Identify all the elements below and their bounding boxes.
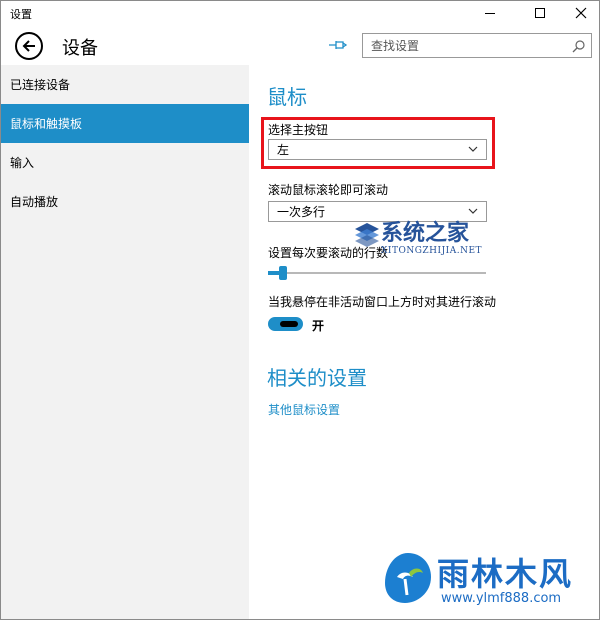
minimize-button[interactable] — [468, 1, 512, 25]
maximize-icon — [535, 8, 545, 18]
watermark-site-url: www.ylmf888.com — [441, 591, 562, 606]
search-box[interactable] — [362, 33, 592, 58]
xitongzhijia-logo-icon — [355, 223, 379, 247]
search-input[interactable] — [363, 34, 563, 57]
related-settings-title: 相关的设置 — [267, 366, 367, 390]
window-title: 设置 — [10, 8, 32, 21]
inactive-scroll-toggle[interactable] — [268, 317, 303, 331]
search-icon[interactable] — [572, 39, 586, 53]
sidebar-item-mouse-touchpad[interactable]: 鼠标和触摸板 — [1, 104, 249, 143]
pin-icon[interactable] — [328, 37, 348, 53]
close-button[interactable] — [559, 1, 599, 25]
watermark-xitongzhijia: 系统之家 XITONGZHIJIA.NET — [351, 213, 531, 263]
toggle-state-label: 开 — [312, 319, 325, 333]
sidebar-item-label: 已连接设备 — [10, 78, 71, 92]
other-mouse-settings-link[interactable]: 其他鼠标设置 — [268, 401, 340, 418]
mouse-section-title: 鼠标 — [267, 85, 307, 109]
sidebar-item-label: 自动播放 — [10, 195, 59, 209]
scroll-value: 一次多行 — [277, 205, 326, 219]
settings-window: 设置 设备 已连接设备 鼠标和触摸板 输入 — [0, 0, 600, 620]
close-icon — [575, 7, 587, 19]
primary-button-label: 选择主按钮 — [268, 123, 329, 137]
title-bar: 设置 — [1, 1, 599, 25]
chevron-down-icon — [468, 146, 478, 152]
watermark-ylmf: 雨林木风 www.ylmf888.com — [379, 547, 599, 617]
page-title: 设备 — [62, 38, 98, 59]
maximize-button[interactable] — [518, 1, 562, 25]
main-content: 鼠标 选择主按钮 左 滚动鼠标滚轮即可滚动 一次多行 设置每次要滚动的行数 当我… — [249, 65, 599, 619]
sidebar-item-typing[interactable]: 输入 — [1, 143, 249, 182]
sidebar-item-autoplay[interactable]: 自动播放 — [1, 182, 249, 221]
primary-button-dropdown[interactable]: 左 — [268, 139, 487, 160]
back-button[interactable] — [15, 32, 43, 60]
watermark-site-name: 系统之家 — [381, 220, 470, 246]
sidebar-item-connected-devices[interactable]: 已连接设备 — [1, 65, 249, 104]
lines-slider-track[interactable] — [268, 272, 486, 274]
inactive-scroll-label: 当我悬停在非活动窗口上方时对其进行滚动 — [268, 295, 497, 309]
ylmf-logo-icon — [385, 553, 431, 603]
lines-slider-thumb[interactable] — [279, 266, 288, 280]
watermark-site-name: 雨林木风 — [437, 555, 574, 593]
scroll-label: 滚动鼠标滚轮即可滚动 — [268, 183, 389, 197]
sidebar: 已连接设备 鼠标和触摸板 输入 自动播放 — [1, 65, 249, 619]
toggle-knob — [280, 321, 298, 327]
sidebar-item-label: 输入 — [10, 156, 35, 170]
sidebar-item-label: 鼠标和触摸板 — [10, 117, 83, 131]
back-arrow-icon — [22, 40, 35, 52]
watermark-site-url: XITONGZHIJIA.NET — [381, 246, 483, 256]
minimize-icon — [485, 12, 495, 14]
primary-button-value: 左 — [277, 143, 290, 157]
header: 设备 — [1, 25, 599, 65]
